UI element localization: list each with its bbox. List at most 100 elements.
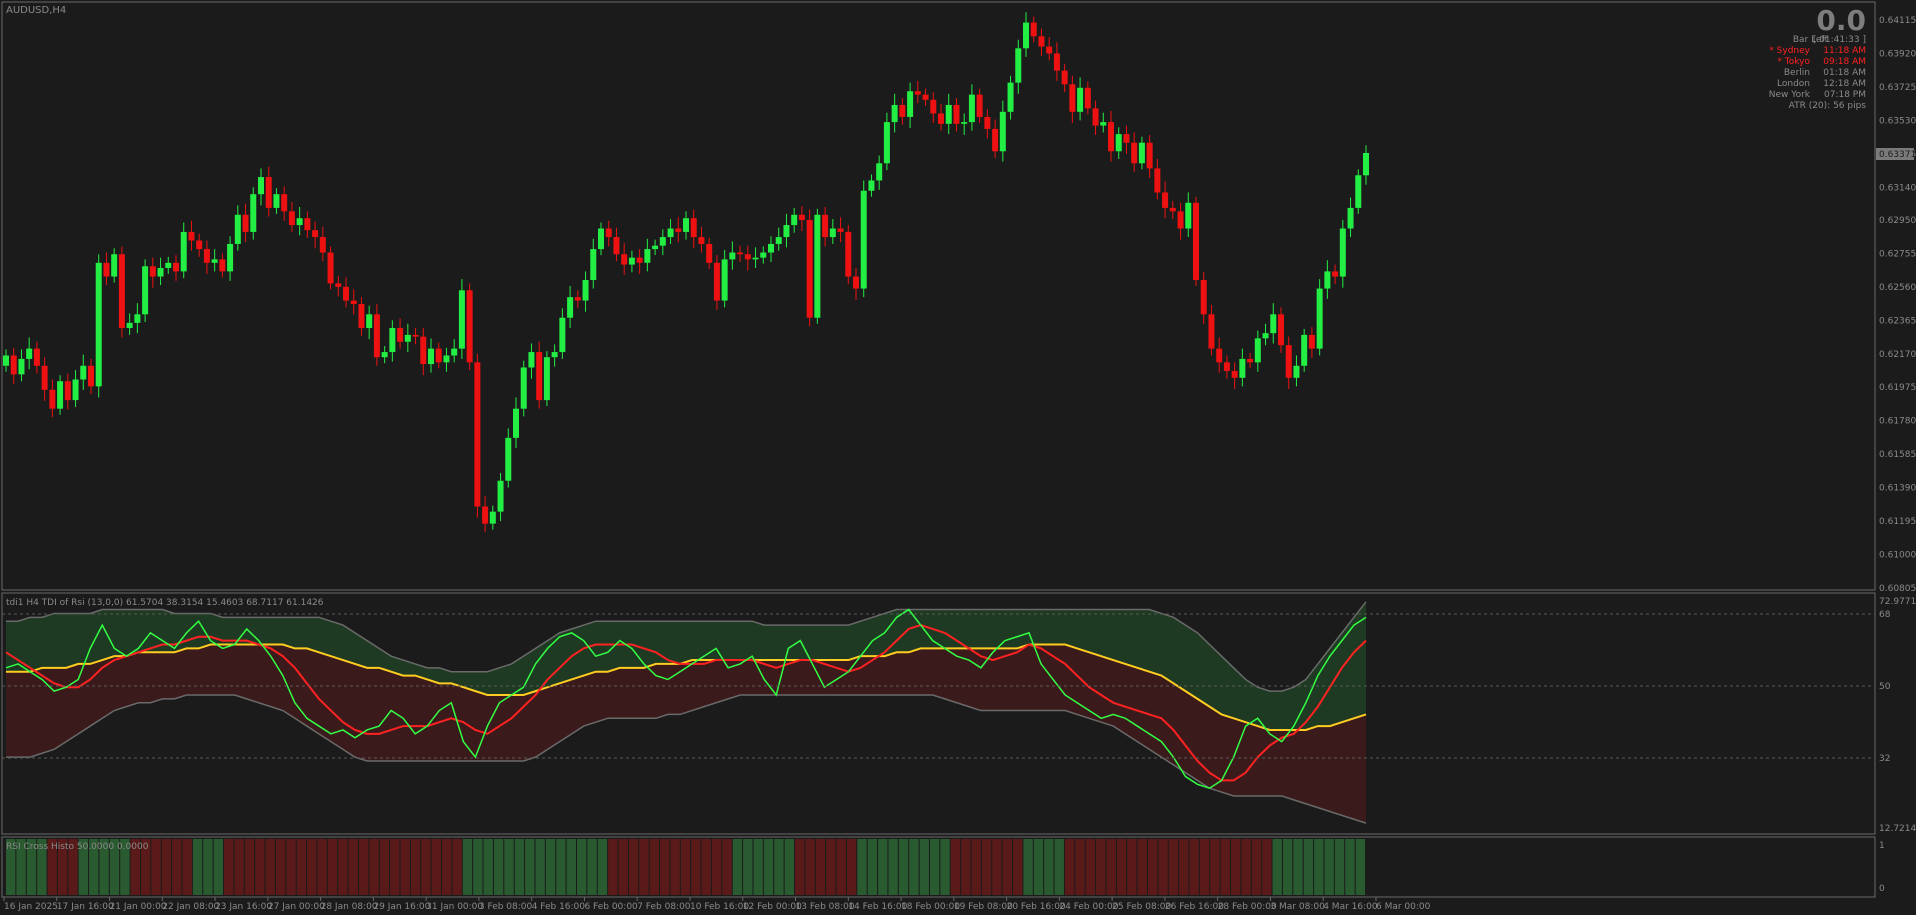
histo-bar [203,839,213,895]
histo-bar [483,839,493,895]
candle-body [72,379,79,401]
histo-bar [784,839,795,895]
candle-body [1223,362,1230,371]
histo-bar [307,839,317,895]
histo-bar [400,839,410,895]
candle-body [1061,70,1068,85]
candle-body [64,381,71,401]
tdi-axis-max: 72.9771 [1879,597,1916,607]
candle-body [10,355,17,375]
candle-body [528,352,535,368]
histo-bar [1168,839,1179,895]
histo-bar [898,839,909,895]
histo-bar [1241,839,1251,895]
histo-bar [442,839,452,895]
candle-body [613,237,620,255]
candle-body [18,358,25,375]
histo-bar [514,839,525,895]
candle-body [1301,334,1308,366]
candle-body [420,336,427,365]
histo-bar [1345,839,1355,895]
candle-body [95,262,102,387]
candle-body [412,334,419,337]
candle-body [999,111,1006,152]
price-axis-tick: 0.61780 [1879,417,1916,427]
candle-body [721,259,728,301]
candle-body [752,257,759,260]
candle-body [698,237,705,244]
histo-bar [1158,839,1168,895]
candle-body [1084,87,1091,109]
candle-body [3,355,9,366]
histo-bar [597,839,608,895]
candle-body [482,506,489,524]
price-axis-tick: 0.61975 [1879,383,1916,393]
info-label-london: London [1777,79,1810,89]
candle-body [621,254,628,265]
candle-body [968,94,975,123]
histo-title: RSI Cross Histo 50.0000 0.0000 [6,842,149,852]
candle-body [219,259,226,272]
candle-body [250,194,257,232]
chart-canvas[interactable]: 0.641150.639200.637250.635300.633350.631… [0,0,1916,915]
histo-bar [244,839,255,895]
histo-bar [1272,839,1282,895]
candle-body [149,266,156,277]
candle-body [729,252,736,260]
histo-bar [1137,839,1147,895]
candle-body [319,237,326,253]
candle-body [1154,168,1161,193]
histo-bar [1355,839,1365,895]
candle-body [737,252,744,255]
histo-bar [846,839,857,895]
candle-body [1347,207,1354,229]
candle-body [288,211,295,226]
candle-body [1030,22,1037,37]
histo-bar [151,839,161,895]
current-price-label: 0.63371 [1879,150,1916,160]
time-axis-label: 6 Mar 00:00 [1376,902,1431,912]
candle-body [899,104,906,117]
candle-body [1270,314,1277,334]
histo-bar [826,839,836,895]
candle-body [1131,142,1138,164]
candle-body [188,231,195,241]
histo-bar [1334,839,1345,895]
candle-body [683,218,689,232]
histo-bar [1096,839,1106,895]
candle-body [366,314,373,329]
histo-bar [878,839,888,895]
histo-bar [981,839,992,895]
histo-bar [566,839,576,895]
histo-bar [452,839,462,895]
candle-body [806,219,813,318]
candle-body [938,113,944,124]
tdi-axis-32: 32 [1879,754,1890,764]
candle-body [1355,175,1362,208]
histo-bar [805,839,815,895]
histo-bar [1054,839,1064,895]
candle-body [381,352,388,358]
candle-body [1123,134,1130,143]
candle-body [659,237,666,246]
candle-body [103,262,110,277]
histo-bar [493,839,504,895]
candle-body [1077,87,1084,112]
candle-body [605,228,612,238]
candle-body [296,218,303,226]
candle-body [652,245,659,250]
histo-bar [327,839,338,895]
histo-bar [1023,839,1033,895]
histo-bar [348,839,358,895]
histo-bar [618,839,628,895]
candle-body [343,286,349,301]
candle-body [80,365,87,380]
histo-bar [1127,839,1137,895]
candle-body [883,122,890,164]
histo-bar [587,839,597,895]
histo-bar [971,839,981,895]
candle-body [791,214,798,226]
candle-body [690,218,697,238]
price-axis-tick: 0.62560 [1879,283,1916,293]
candle-body [822,214,829,238]
